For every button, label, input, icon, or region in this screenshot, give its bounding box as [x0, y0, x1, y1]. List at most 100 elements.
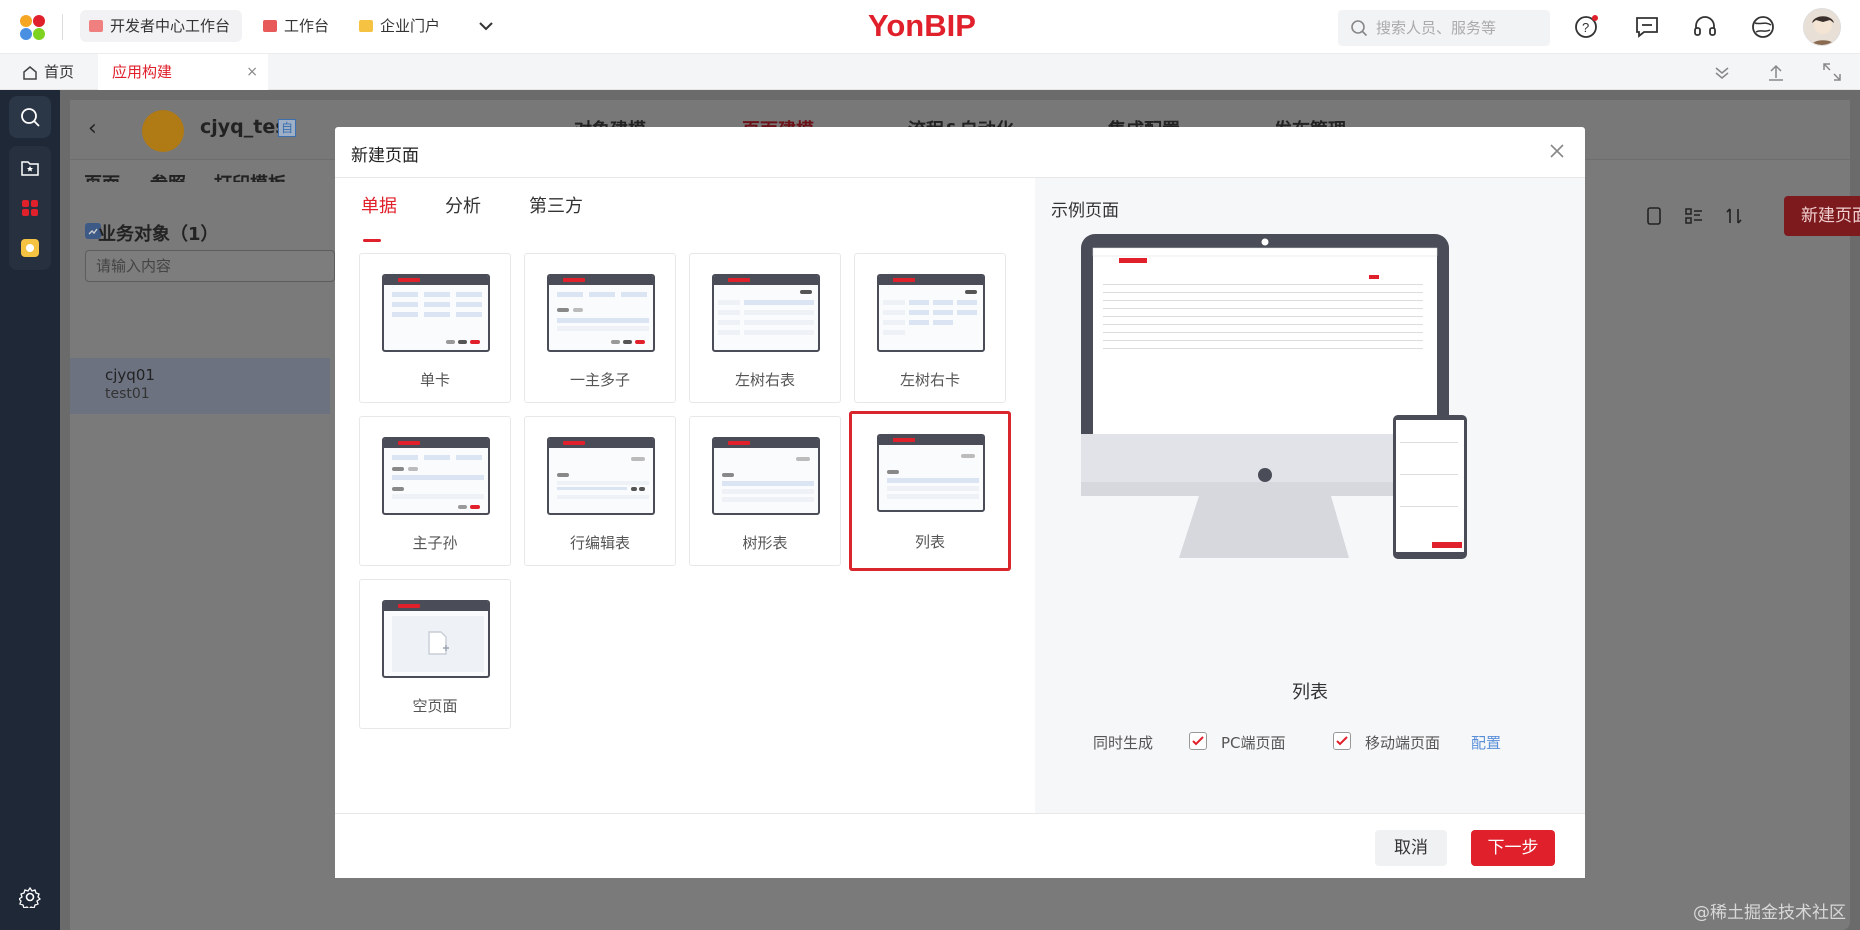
template-label: 树形表 [742, 534, 788, 552]
app-tag: 自 [278, 119, 296, 137]
dialog-title: 新建页面 [351, 146, 419, 166]
template-label: 左树右表 [734, 371, 795, 389]
checkmark-icon [1336, 736, 1348, 746]
help-icon[interactable]: ? [1574, 14, 1600, 40]
message-icon[interactable] [1634, 14, 1660, 40]
business-object-list: 业务对象（1） 请输入内容 cjyq01 test01 [70, 182, 335, 930]
app-yellow-icon[interactable] [20, 238, 40, 258]
template-label: 列表 [914, 533, 945, 551]
mobile-page-label: 移动端页面 [1365, 734, 1441, 752]
divider [62, 14, 63, 40]
checkmark-icon [1192, 736, 1204, 746]
tab-label: 开发者中心工作台 [110, 17, 231, 35]
fullscreen-icon[interactable] [1820, 60, 1844, 84]
list-title: 业务对象（1） [98, 224, 219, 245]
template-card-single-card[interactable]: 单卡 [359, 253, 511, 403]
brand-logo: YonBIP [868, 8, 976, 43]
chat-icon [263, 20, 277, 32]
chevron-down-icon[interactable] [474, 14, 498, 38]
template-thumbnail [877, 434, 985, 512]
mobile-page-checkbox[interactable] [1333, 732, 1351, 750]
template-card-list-selected[interactable]: 列表 [849, 411, 1011, 571]
search-icon [1351, 20, 1368, 37]
template-label: 主子孙 [412, 534, 458, 552]
template-thumbnail [547, 274, 655, 352]
mobile-preview-image [1393, 415, 1467, 559]
example-label: 列表 [1292, 682, 1328, 703]
object-search-input[interactable]: 请输入内容 [85, 250, 335, 282]
template-card-tree-table[interactable]: 左树右表 [689, 253, 841, 403]
left-nav-bar [0, 90, 60, 930]
workbench-icon [89, 20, 103, 32]
template-card-master-child-grandchild[interactable]: 主子孙 [359, 416, 511, 566]
tab-label: 企业门户 [380, 17, 441, 35]
upload-icon[interactable] [1764, 60, 1788, 84]
tab-home[interactable]: 首页 [22, 54, 74, 90]
example-title: 示例页面 [1051, 201, 1119, 221]
settings-icon[interactable] [19, 886, 41, 908]
tab-home-label: 首页 [44, 63, 75, 81]
next-step-button[interactable]: 下一步 [1471, 830, 1555, 866]
apps-grid-icon[interactable] [20, 198, 40, 218]
collapse-icon[interactable] [1710, 60, 1734, 84]
globe-icon[interactable] [1750, 14, 1776, 40]
portal-icon [359, 20, 373, 32]
template-card-tree-card[interactable]: 左树右卡 [854, 253, 1006, 403]
card-view-icon[interactable] [1644, 206, 1664, 226]
template-label: 行编辑表 [569, 534, 630, 552]
tab-workbench[interactable]: 工作台 [254, 10, 341, 42]
folder-star-icon[interactable] [20, 158, 40, 178]
template-thumbnail [547, 437, 655, 515]
headset-icon[interactable] [1692, 14, 1718, 40]
watermark: @稀土掘金技术社区 [1693, 903, 1846, 923]
template-label: 一主多子 [569, 371, 630, 389]
category-tab-analysis[interactable]: 分析 [445, 192, 481, 218]
page-tab-bar: 首页 应用构建 × [0, 54, 1860, 90]
tab-app-build[interactable]: 应用构建 × [98, 54, 268, 90]
nav-search-button[interactable] [9, 96, 51, 138]
home-icon [23, 66, 37, 80]
back-arrow-icon[interactable]: ‹ [88, 116, 97, 141]
app-launcher-icon[interactable] [20, 15, 46, 41]
template-card-tree-grid[interactable]: 树形表 [689, 416, 841, 566]
list-item[interactable]: cjyq01 test01 [70, 358, 330, 414]
new-page-dialog: 新建页面 单据 分析 第三方 单卡 一主多子 左树右表 左树右卡 主子孙 行编辑… [335, 127, 1585, 878]
template-thumbnail [712, 274, 820, 352]
sort-icon[interactable] [1724, 206, 1744, 226]
global-search-input[interactable]: 搜索人员、服务等 [1338, 10, 1550, 46]
tab-label: 工作台 [284, 17, 330, 35]
generate-label: 同时生成 [1093, 734, 1154, 752]
category-tab-third-party[interactable]: 第三方 [529, 192, 583, 218]
user-avatar[interactable] [1803, 8, 1841, 46]
pc-page-checkbox[interactable] [1189, 732, 1207, 750]
app-logo [142, 110, 184, 152]
cancel-button[interactable]: 取消 [1375, 830, 1447, 866]
svg-text:?: ? [1582, 20, 1589, 35]
new-page-button[interactable]: 新建页面 [1784, 196, 1860, 236]
active-tab-indicator [363, 239, 381, 242]
tab-developer-workbench[interactable]: 开发者中心工作台 [80, 10, 243, 42]
template-thumbnail [382, 274, 490, 352]
template-label: 空页面 [412, 697, 458, 715]
category-tab-document[interactable]: 单据 [361, 192, 397, 218]
template-label: 左树右卡 [899, 371, 960, 389]
close-icon[interactable] [1547, 141, 1567, 161]
item-code: test01 [105, 386, 150, 402]
tab-enterprise-portal[interactable]: 企业门户 [350, 10, 452, 42]
template-label: 单卡 [419, 371, 450, 389]
list-view-icon[interactable] [1684, 206, 1704, 226]
template-picker: 单据 分析 第三方 单卡 一主多子 左树右表 左树右卡 主子孙 行编辑表 树形表… [335, 178, 1035, 813]
config-link[interactable]: 配置 [1471, 732, 1501, 753]
example-preview-panel: 示例页面 列表 同时生成 PC端页面 移动端页面 配置 [1035, 178, 1585, 813]
item-name: cjyq01 [105, 366, 155, 384]
search-icon [21, 108, 40, 127]
template-card-inline-edit-table[interactable]: 行编辑表 [524, 416, 676, 566]
template-thumbnail [877, 274, 985, 352]
template-card-master-detail[interactable]: 一主多子 [524, 253, 676, 403]
template-card-blank[interactable]: 空页面 [359, 579, 511, 729]
nav-app-group [9, 146, 51, 270]
top-bar: 开发者中心工作台 工作台 企业门户 YonBIP 搜索人员、服务等 ? [0, 0, 1860, 54]
dialog-footer: 取消 下一步 [335, 813, 1585, 878]
close-icon[interactable]: × [246, 54, 258, 90]
tab-app-build-label: 应用构建 [112, 63, 173, 81]
